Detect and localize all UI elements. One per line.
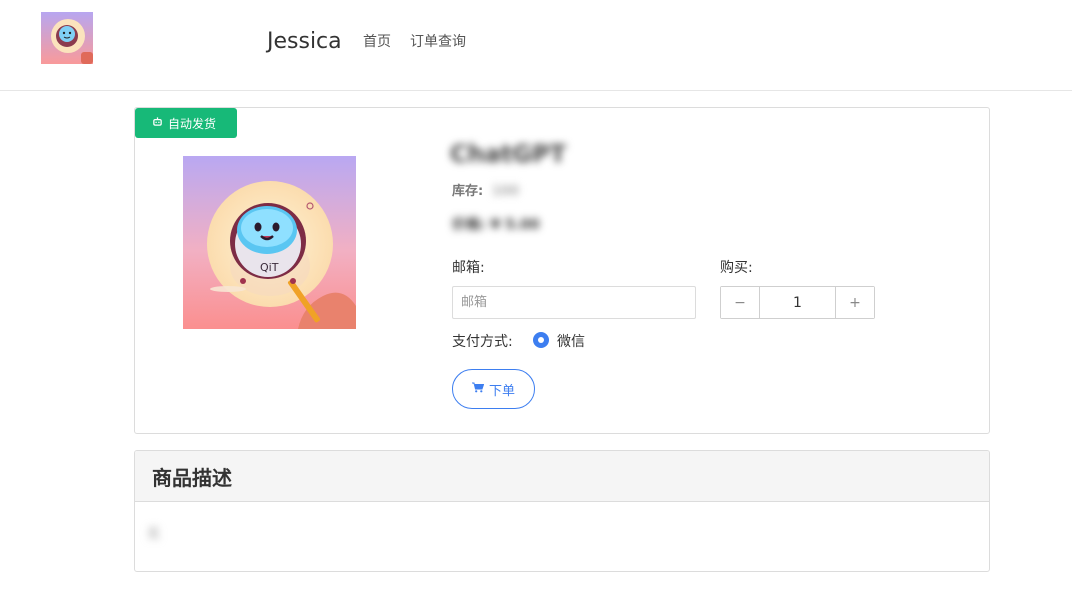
auto-delivery-badge: 自动发货 [135, 108, 237, 138]
stock-value: 100 [491, 184, 519, 199]
robot-icon [152, 116, 163, 130]
svg-text:QiT: QiT [260, 261, 279, 274]
description-card: 商品描述 无 [134, 450, 990, 572]
radio-selected-dot [538, 337, 544, 343]
nav-link-home[interactable]: 首页 [363, 33, 391, 51]
brand-name[interactable]: Jessica [267, 28, 342, 56]
stock-label: 库存: [452, 184, 484, 199]
cart-icon [471, 382, 485, 397]
quantity-stepper: − 1 + [720, 286, 875, 319]
product-name: ChatGPT [450, 140, 567, 168]
email-input[interactable] [452, 286, 696, 319]
quantity-value[interactable]: 1 [760, 287, 835, 318]
description-body: 无 [147, 527, 161, 542]
site-logo[interactable] [41, 12, 93, 64]
email-label: 邮箱: [452, 260, 485, 276]
stock-info: 库存: 100 [452, 180, 519, 199]
product-price: 价格: ¥ 5.00 [452, 217, 540, 233]
place-order-button[interactable]: 下单 [452, 369, 535, 409]
top-navbar: Jessica 首页 订单查询 [0, 0, 1072, 91]
nav-link-order-query[interactable]: 订单查询 [410, 33, 466, 51]
wechat-option-label[interactable]: 微信 [557, 331, 585, 351]
decrease-quantity-button[interactable]: − [721, 287, 760, 318]
increase-quantity-button[interactable]: + [835, 287, 874, 318]
description-title: 商品描述 [135, 451, 989, 502]
payment-method-label: 支付方式: [452, 334, 513, 350]
place-order-label: 下单 [488, 383, 515, 399]
quantity-label: 购买: [720, 260, 753, 276]
wechat-radio[interactable] [533, 332, 549, 348]
product-image: QiT [183, 156, 356, 329]
badge-label: 自动发货 [168, 116, 217, 131]
